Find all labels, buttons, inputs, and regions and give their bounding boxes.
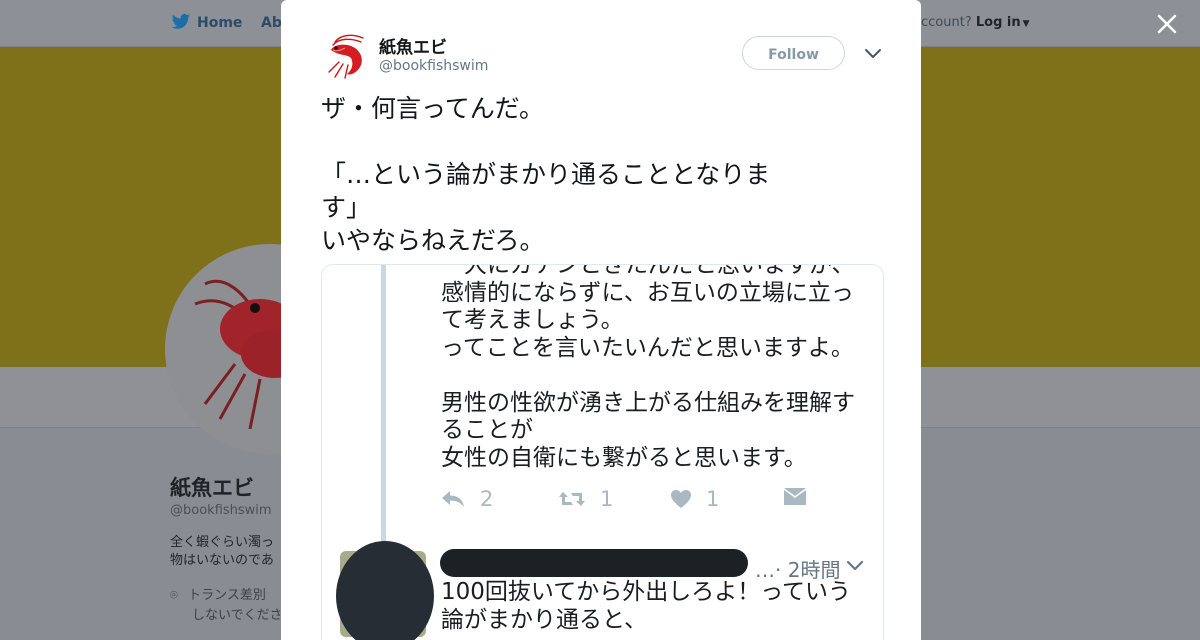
tweet-line: ザ・何言ってんだ。 [321, 94, 545, 123]
embedded-line: ってことを言いたいんだと思いますよ。 [441, 334, 854, 361]
profile-handle: @bookfishswim [170, 503, 272, 518]
author-handle[interactable]: @bookfishswim [379, 58, 488, 74]
profile-name: 紙魚エビ [170, 476, 254, 500]
tweet-text: ザ・何言ってんだ。 「…という論がまかり通ることとなりま す」 いやならねえだろ… [321, 92, 841, 257]
heart-icon [671, 490, 691, 508]
tweet-line: いやならねえだろ。 [321, 226, 545, 255]
embedded-line: 女性の自衛にも繋がると思います。 [441, 444, 807, 471]
like-action: 1 [670, 487, 719, 511]
profile-location: ⌾ トランス差別 しないでくださ [170, 586, 280, 626]
follow-button[interactable]: Follow [742, 36, 845, 70]
like-count: 1 [706, 487, 720, 511]
location-line: しないでくださ [192, 608, 280, 623]
embedded-line: 感情的にならずに、お互いの立場に立っ [441, 279, 854, 306]
retweet-count: 1 [600, 487, 614, 511]
embedded-line: ることが [441, 417, 533, 443]
chevron-down-icon [846, 560, 864, 571]
account-prompt-text: ccount? [921, 15, 972, 30]
reply-text: 100回抜いてから外出しろよ！っていう 論がまかり通ると、 [441, 579, 871, 634]
location-line: トランス差別 [188, 588, 266, 603]
embedded-tweet-text: 一大にガチンときたんだと思いますが、 感情的にならずに、お互いの立場に立っ て考… [441, 264, 871, 472]
reply-line: 100回抜いてから外出しろよ！っていう [441, 579, 852, 605]
chevron-down-icon[interactable] [863, 46, 883, 62]
retweet-icon [559, 492, 585, 506]
author-avatar[interactable] [321, 32, 367, 80]
retweet-action: 1 [558, 487, 613, 511]
tweet-modal: 紙魚エビ @bookfishswim Follow ザ・何言ってんだ。 「…とい… [281, 0, 921, 640]
tweet-line: 「…という論がまかり通ることとなりま [321, 160, 771, 189]
embedded-line: て考えましょう。 [441, 307, 624, 333]
redaction-circle [336, 541, 434, 640]
embedded-image[interactable]: 一大にガチンときたんだと思いますが、 感情的にならずに、お互いの立場に立っ て考… [321, 264, 884, 640]
reply-action: 2 [440, 487, 493, 511]
author-name[interactable]: 紙魚エビ [379, 33, 447, 58]
reply-count: 2 [480, 487, 494, 511]
twitter-bird-icon[interactable] [171, 13, 191, 31]
redacted-username [440, 549, 748, 577]
bio-line: 物はいないのであ [170, 553, 274, 568]
nav-home-link[interactable]: Home [197, 15, 242, 31]
location-pin-icon: ⌾ [170, 588, 178, 603]
close-icon[interactable] [1153, 10, 1181, 38]
login-link[interactable]: Log in [976, 15, 1021, 30]
dm-action [783, 487, 807, 507]
profile-bio: 全く蝦ぐらい濁っ 物はいないのであ [170, 534, 280, 570]
caret-down-icon: ▼ [1022, 19, 1030, 29]
account-prompt: ccount? Log in ▼ [921, 15, 1030, 30]
tweet-line: す」 [321, 193, 372, 222]
embedded-reply: …· 2時間 100回抜いてから外出しろよ！っていう 論がまかり通ると、 [322, 541, 883, 640]
embedded-line: 一大にガチンときたんだと思いますが、 [441, 264, 855, 278]
envelope-icon [784, 488, 806, 505]
embedded-line: 男性の性欲が湧き上がる仕組みを理解す [441, 389, 855, 416]
bio-line: 全く蝦ぐらい濁っ [170, 535, 275, 550]
thread-connector-line [381, 265, 386, 555]
reply-icon [442, 491, 464, 507]
